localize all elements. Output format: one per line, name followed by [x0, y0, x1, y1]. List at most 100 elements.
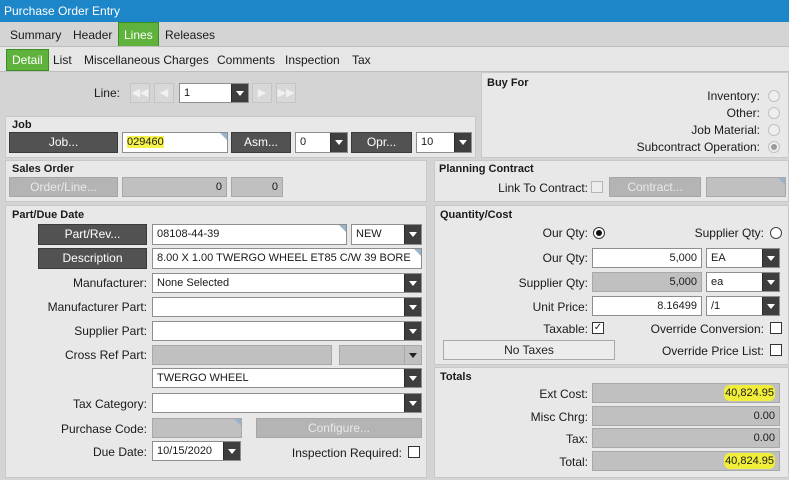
- part-title: Part/Due Date: [12, 209, 85, 221]
- quantity-title: Quantity/Cost: [440, 209, 513, 221]
- prev-record-icon[interactable]: ◀: [154, 83, 174, 103]
- our-qty-input[interactable]: 5,000: [592, 248, 702, 268]
- other-label: Other:: [726, 106, 760, 120]
- due-date-input[interactable]: 10/15/2020: [152, 441, 241, 461]
- price-per-select[interactable]: /1: [706, 296, 780, 316]
- supplier-qty-radio[interactable]: [770, 227, 782, 239]
- job-input[interactable]: 029460: [122, 132, 228, 153]
- cross-ref-label: Cross Ref Part:: [64, 348, 147, 362]
- chevron-down-icon[interactable]: [454, 133, 471, 152]
- our-uom-select[interactable]: EA: [706, 248, 780, 268]
- purchase-code-input: [152, 418, 242, 438]
- our-qty-radio-label: Our Qty:: [542, 226, 588, 240]
- calendar-dropdown-icon[interactable]: [223, 442, 240, 460]
- chevron-down-icon[interactable]: [404, 225, 421, 244]
- subtab-detail[interactable]: Detail: [6, 49, 49, 71]
- job-material-label: Job Material:: [691, 123, 760, 137]
- inspection-label: Inspection Required:: [291, 446, 402, 460]
- planning-title: Planning Contract: [439, 163, 534, 175]
- subcontract-label: Subcontract Operation:: [636, 140, 760, 154]
- sales-order-title: Sales Order: [12, 163, 74, 175]
- subtab-comments[interactable]: Comments: [217, 51, 275, 69]
- order-line-field: 0: [231, 177, 283, 197]
- tab-releases[interactable]: Releases: [161, 26, 219, 44]
- total-field: 40,824.95: [592, 451, 780, 471]
- supplier-qty-field: 5,000: [592, 272, 702, 292]
- chevron-down-icon[interactable]: [762, 273, 779, 291]
- chevron-down-icon[interactable]: [404, 394, 421, 412]
- cross-ref-description-select[interactable]: TWERGO WHEEL: [152, 368, 422, 388]
- part-number-input[interactable]: 08108-44-39: [152, 224, 347, 245]
- supplier-part-select[interactable]: [152, 321, 422, 341]
- chevron-down-icon[interactable]: [404, 274, 421, 292]
- sub-tabs: Detail List Miscellaneous Charges Commen…: [0, 46, 789, 72]
- misc-charge-field: 0.00: [592, 406, 780, 426]
- buy-for-title: Buy For: [487, 77, 529, 89]
- manufacturer-part-select[interactable]: [152, 297, 422, 317]
- chevron-down-icon[interactable]: [231, 84, 248, 102]
- chevron-down-icon[interactable]: [404, 322, 421, 340]
- contract-field: [706, 177, 786, 197]
- totals-title: Totals: [440, 371, 472, 383]
- due-date-label: Due Date:: [92, 445, 147, 459]
- subtab-tax[interactable]: Tax: [352, 51, 371, 69]
- chevron-down-icon[interactable]: [404, 298, 421, 316]
- subtab-list[interactable]: List: [53, 51, 72, 69]
- line-select[interactable]: 1: [179, 83, 249, 103]
- tab-summary[interactable]: Summary: [6, 26, 65, 44]
- override-price-label: Override Price List:: [661, 344, 764, 358]
- no-taxes-button[interactable]: No Taxes: [443, 340, 615, 360]
- contract-button[interactable]: Contract...: [609, 177, 701, 197]
- job-material-radio[interactable]: [768, 124, 780, 136]
- link-contract-checkbox[interactable]: [591, 181, 603, 193]
- opr-button[interactable]: Opr...: [351, 132, 412, 153]
- supplier-qty-label: Supplier Qty:: [518, 276, 588, 290]
- cross-ref-select: [339, 345, 422, 365]
- chevron-down-icon[interactable]: [762, 297, 779, 315]
- ext-cost-field: 40,824.95: [592, 383, 780, 403]
- override-conversion-label: Override Conversion:: [650, 322, 764, 336]
- subcontract-radio[interactable]: [768, 141, 780, 153]
- cross-ref-input: [152, 345, 332, 365]
- manufacturer-label: Manufacturer:: [72, 276, 147, 290]
- ext-cost-label: Ext Cost:: [539, 387, 588, 401]
- subtab-inspection[interactable]: Inspection: [285, 51, 340, 69]
- chevron-down-icon[interactable]: [330, 133, 347, 152]
- link-contract-label: Link To Contract:: [498, 181, 588, 195]
- job-button[interactable]: Job...: [9, 132, 118, 153]
- taxable-checkbox[interactable]: ✓: [592, 322, 604, 334]
- asm-select[interactable]: 0: [295, 132, 348, 153]
- configure-button[interactable]: Configure...: [256, 418, 422, 438]
- our-qty-radio[interactable]: [593, 227, 605, 239]
- chevron-down-icon[interactable]: [762, 249, 779, 267]
- description-input[interactable]: 8.00 X 1.00 TWERGO WHEEL ET85 C/W 39 BOR…: [152, 248, 422, 269]
- last-record-icon[interactable]: ▶▶: [276, 83, 296, 103]
- tax-category-select[interactable]: [152, 393, 422, 413]
- next-record-icon[interactable]: ▶: [252, 83, 272, 103]
- order-number-field: 0: [122, 177, 227, 197]
- opr-select[interactable]: 10: [416, 132, 472, 153]
- override-price-checkbox[interactable]: [770, 344, 782, 356]
- line-label: Line:: [93, 86, 120, 100]
- inspection-checkbox[interactable]: [408, 446, 420, 458]
- tab-header[interactable]: Header: [69, 26, 116, 44]
- first-record-icon[interactable]: ◀◀: [130, 83, 150, 103]
- chevron-down-icon[interactable]: [404, 369, 421, 387]
- tab-lines[interactable]: Lines: [118, 22, 159, 47]
- supplier-qty-radio-label: Supplier Qty:: [694, 226, 764, 240]
- revision-select[interactable]: NEW: [351, 224, 422, 245]
- description-button[interactable]: Description: [38, 248, 147, 269]
- window-title: Purchase Order Entry: [0, 0, 789, 22]
- part-rev-button[interactable]: Part/Rev...: [38, 224, 147, 245]
- inventory-radio[interactable]: [768, 90, 780, 102]
- subtab-misc-charges[interactable]: Miscellaneous Charges: [84, 51, 209, 69]
- supplier-part-label: Supplier Part:: [74, 324, 147, 338]
- other-radio[interactable]: [768, 107, 780, 119]
- asm-button[interactable]: Asm...: [231, 132, 291, 153]
- unit-price-input[interactable]: 8.16499: [592, 296, 702, 316]
- override-conversion-checkbox[interactable]: [770, 322, 782, 334]
- job-title: Job: [12, 119, 32, 131]
- manufacturer-select[interactable]: None Selected: [152, 273, 422, 293]
- order-line-button[interactable]: Order/Line...: [9, 177, 118, 197]
- supplier-uom-select[interactable]: ea: [706, 272, 780, 292]
